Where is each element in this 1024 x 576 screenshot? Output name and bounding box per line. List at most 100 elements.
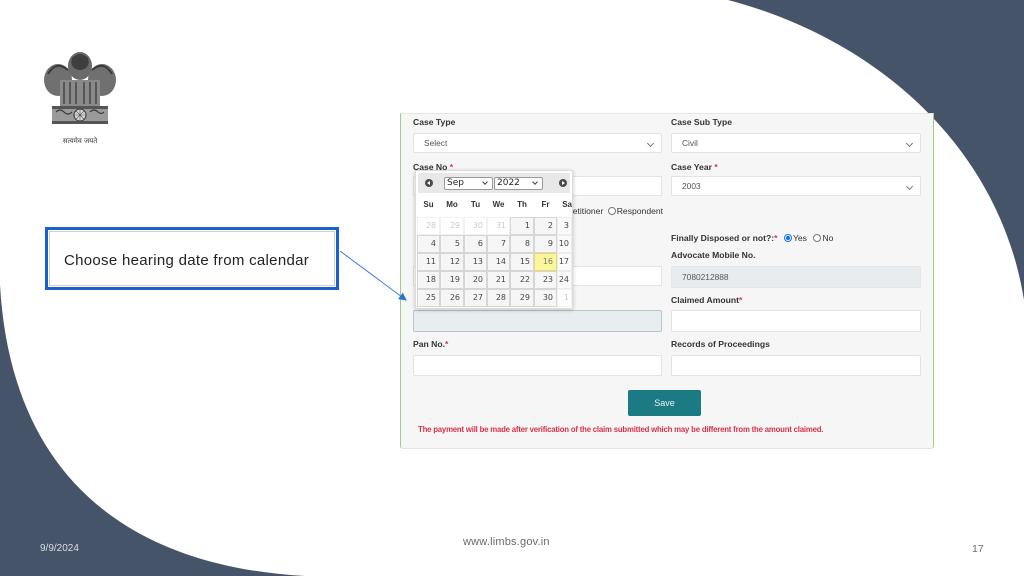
calendar-day-outside-month[interactable]: 1 xyxy=(557,289,572,307)
bottom-left-shape xyxy=(0,285,305,576)
respondent-radio-label: Respondent xyxy=(616,206,664,216)
footer-url: www.limbs.gov.in xyxy=(463,536,550,548)
claimed-amount-input[interactable] xyxy=(671,310,921,332)
payment-notice: The payment will be made after verificat… xyxy=(418,425,824,434)
lion-capital-icon xyxy=(44,52,116,124)
calendar-day-today[interactable]: 16 xyxy=(534,253,557,271)
calendar-day[interactable]: 1 xyxy=(510,217,534,235)
records-input[interactable] xyxy=(671,355,921,376)
advocate-mobile-input[interactable]: 7080212888 xyxy=(671,266,921,288)
calendar-day[interactable]: 12 xyxy=(440,253,464,271)
pan-no-input[interactable] xyxy=(413,355,662,376)
weekday-header-row: Su Mo Tu We Th Fr Sa xyxy=(417,198,572,212)
claimed-amount-label: Claimed Amount* xyxy=(671,295,742,305)
chevron-down-icon xyxy=(646,139,655,148)
chevron-down-icon xyxy=(532,179,538,185)
weekday-label: We xyxy=(492,200,505,209)
pan-no-label: Pan No.* xyxy=(413,339,448,349)
year-value: 2022 xyxy=(497,178,520,188)
calendar-day[interactable]: 6 xyxy=(464,235,487,253)
save-button[interactable]: Save xyxy=(628,390,701,416)
calendar-day[interactable]: 28 xyxy=(487,289,510,307)
datepicker-header: Sep 2022 xyxy=(418,173,570,193)
case-sub-type-select[interactable]: Civil xyxy=(671,133,921,153)
calendar-day[interactable]: 23 xyxy=(534,271,557,289)
case-type-value: Select xyxy=(424,138,448,148)
callout-text: Choose hearing date from calendar xyxy=(64,252,310,269)
case-type-select[interactable]: Select xyxy=(413,133,662,153)
slide-date: 9/9/2024 xyxy=(40,543,79,554)
required-marker: * xyxy=(714,162,718,172)
calendar-day[interactable]: 19 xyxy=(440,271,464,289)
calendar-day[interactable]: 5 xyxy=(440,235,464,253)
calendar-day-outside-month[interactable]: 30 xyxy=(464,217,487,235)
national-emblem-logo: सत्यमेव जयते xyxy=(38,46,122,154)
calendar-day[interactable]: 13 xyxy=(464,253,487,271)
calendar-day[interactable]: 9 xyxy=(534,235,557,253)
calendar-day[interactable]: 7 xyxy=(487,235,510,253)
disposed-yes-radio[interactable] xyxy=(783,234,792,242)
chevron-down-icon xyxy=(905,139,914,148)
finally-disposed-group: Finally Disposed or not?:* Yes No xyxy=(671,228,833,246)
prev-month-icon[interactable] xyxy=(425,179,433,187)
advocate-mobile-label: Advocate Mobile No. xyxy=(671,250,756,260)
calendar-day[interactable]: 17 xyxy=(557,253,572,271)
pan-no-label-text: Pan No. xyxy=(413,339,445,349)
month-select[interactable]: Sep xyxy=(444,177,493,190)
calendar-day-outside-month[interactable]: 28 xyxy=(417,217,440,235)
month-value: Sep xyxy=(447,178,464,188)
weekday-label: Th xyxy=(517,200,527,209)
calendar-day-outside-month[interactable]: 31 xyxy=(487,217,510,235)
case-sub-type-value: Civil xyxy=(682,138,698,148)
calendar-day[interactable]: 20 xyxy=(464,271,487,289)
calendar-day[interactable]: 25 xyxy=(417,289,440,307)
calendar-day[interactable]: 3 xyxy=(557,217,572,235)
weekday-label: Tu xyxy=(470,200,481,209)
datepicker-popup: Sep 2022 Su Mo Tu We Th Fr Sa 28 29 30 3… xyxy=(415,170,573,309)
case-year-label: Case Year * xyxy=(671,162,718,172)
weekday-label: Fr xyxy=(541,200,550,209)
hearing-date-input[interactable] xyxy=(413,310,662,332)
calendar-day[interactable]: 2 xyxy=(534,217,557,235)
calendar-day[interactable]: 30 xyxy=(534,289,557,307)
calendar-day[interactable]: 22 xyxy=(510,271,534,289)
emblem-motto: सत्यमेव जयते xyxy=(62,137,98,145)
weekday-label: Sa xyxy=(562,200,572,209)
calendar-day[interactable]: 10 xyxy=(557,235,572,253)
case-type-label: Case Type xyxy=(413,117,456,127)
weekday-label: Su xyxy=(423,200,434,209)
disposed-yes-label: Yes xyxy=(792,233,807,243)
weekday-label: Mo xyxy=(446,200,458,209)
required-marker: * xyxy=(774,233,778,243)
calendar-day[interactable]: 21 xyxy=(487,271,510,289)
year-select[interactable]: 2022 xyxy=(494,177,543,190)
calendar-day-outside-month[interactable]: 29 xyxy=(440,217,464,235)
calendar-days-grid: 28 29 30 31 1 2 3 4 5 6 7 8 9 10 11 12 1… xyxy=(417,217,572,307)
case-year-select[interactable]: 2003 xyxy=(671,176,921,196)
calendar-day[interactable]: 8 xyxy=(510,235,534,253)
next-month-icon[interactable] xyxy=(559,179,567,187)
case-year-value: 2003 xyxy=(682,181,701,191)
instruction-callout: Choose hearing date from calendar xyxy=(45,227,339,290)
records-label: Records of Proceedings xyxy=(671,339,770,349)
calendar-day[interactable]: 24 xyxy=(557,271,572,289)
calendar-day[interactable]: 4 xyxy=(417,235,440,253)
calendar-day[interactable]: 29 xyxy=(510,289,534,307)
claimed-amount-label-text: Claimed Amount xyxy=(671,295,739,305)
respondent-radio[interactable] xyxy=(607,207,616,215)
calendar-day[interactable]: 18 xyxy=(417,271,440,289)
slide: सत्यमेव जयते Choose hearing date from ca… xyxy=(0,0,1024,576)
calendar-day[interactable]: 26 xyxy=(440,289,464,307)
disposed-no-radio[interactable] xyxy=(813,234,822,242)
disposed-no-label: No xyxy=(822,233,834,243)
chevron-down-icon xyxy=(905,182,914,191)
calendar-day[interactable]: 27 xyxy=(464,289,487,307)
calendar-day[interactable]: 14 xyxy=(487,253,510,271)
case-sub-type-label: Case Sub Type xyxy=(671,117,732,127)
case-year-label-text: Case Year xyxy=(671,162,712,172)
page-number: 17 xyxy=(972,543,984,555)
calendar-day[interactable]: 15 xyxy=(510,253,534,271)
required-marker: * xyxy=(738,295,743,305)
chevron-down-icon xyxy=(482,179,488,185)
calendar-day[interactable]: 11 xyxy=(417,253,440,271)
